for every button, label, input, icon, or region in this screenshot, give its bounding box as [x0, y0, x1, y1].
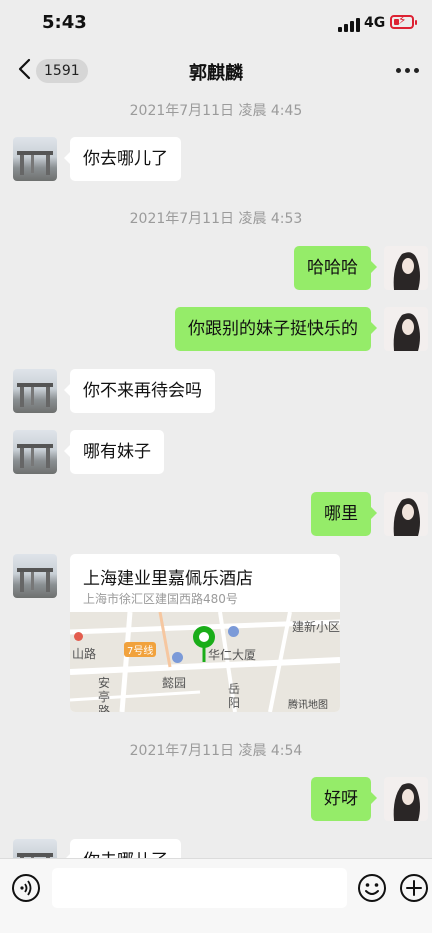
chat-header: 1591 郭麒麟: [0, 48, 432, 94]
status-time: 5:43: [42, 12, 87, 33]
battery-icon: ⚡: [390, 13, 417, 29]
signal-icon: [338, 16, 360, 32]
map-provider-label: 腾讯地图: [288, 700, 328, 711]
message-bubble-received[interactable]: 你去哪儿了: [64, 137, 181, 181]
user-avatar[interactable]: [384, 492, 428, 536]
map-label: 建新小区: [292, 620, 340, 634]
contact-avatar[interactable]: [13, 430, 57, 474]
location-pin-icon: [193, 626, 215, 662]
map-label: 安亭路: [98, 676, 111, 712]
location-map[interactable]: 山路 7号线 华仁大厦 建新小区 安亭路 懿园 岳阳 腾讯地图: [70, 612, 340, 712]
message-bubble-received[interactable]: 你不来再待会吗: [64, 369, 215, 413]
plus-icon[interactable]: [399, 873, 429, 903]
contact-avatar[interactable]: [13, 554, 57, 598]
message-bubble-sent[interactable]: 哪里: [311, 492, 377, 536]
location-name: 上海建业里嘉佩乐酒店: [83, 569, 253, 589]
emoji-icon[interactable]: [357, 873, 387, 903]
message-input[interactable]: [52, 868, 347, 908]
user-avatar[interactable]: [384, 777, 428, 821]
map-label: 懿园: [162, 676, 187, 690]
network-type: 4G: [364, 15, 386, 31]
message-list[interactable]: 2021年7月11日 凌晨 4:45 你去哪儿了 2021年7月11日 凌晨 4…: [0, 94, 432, 858]
map-label: 岳阳: [228, 682, 241, 710]
map-marker-icon: [74, 632, 83, 641]
map-label: 山路: [72, 647, 97, 661]
contact-avatar[interactable]: [13, 137, 57, 181]
message-bubble-sent[interactable]: 你跟别的妹子挺快乐的: [175, 307, 377, 351]
map-label: 7号线: [124, 642, 157, 657]
map-building-icon: [172, 652, 183, 663]
message-bubble-received[interactable]: 哪有妹子: [64, 430, 164, 474]
location-address: 上海市徐汇区建国西路480号: [83, 592, 238, 606]
message-bubble-received[interactable]: 你去哪儿了: [64, 839, 181, 858]
user-avatar[interactable]: [384, 246, 428, 290]
status-bar: 5:43 4G ⚡: [0, 0, 432, 48]
timestamp: 2021年7月11日 凌晨 4:53: [129, 211, 303, 227]
chat-title: 郭麒麟: [189, 63, 243, 84]
contact-avatar[interactable]: [13, 839, 57, 858]
more-icon[interactable]: [396, 68, 420, 74]
input-bar: [0, 858, 432, 933]
location-message-card[interactable]: 上海建业里嘉佩乐酒店 上海市徐汇区建国西路480号 山路 7号线 华仁大厦 建新…: [70, 554, 340, 712]
message-bubble-sent[interactable]: 好呀: [311, 777, 377, 821]
timestamp: 2021年7月11日 凌晨 4:45: [129, 103, 303, 119]
message-bubble-sent[interactable]: 哈哈哈: [294, 246, 377, 290]
timestamp: 2021年7月11日 凌晨 4:54: [129, 743, 303, 759]
user-avatar[interactable]: [384, 307, 428, 351]
map-building-icon: [228, 626, 239, 637]
contact-avatar[interactable]: [13, 369, 57, 413]
voice-input-icon[interactable]: [11, 873, 41, 903]
